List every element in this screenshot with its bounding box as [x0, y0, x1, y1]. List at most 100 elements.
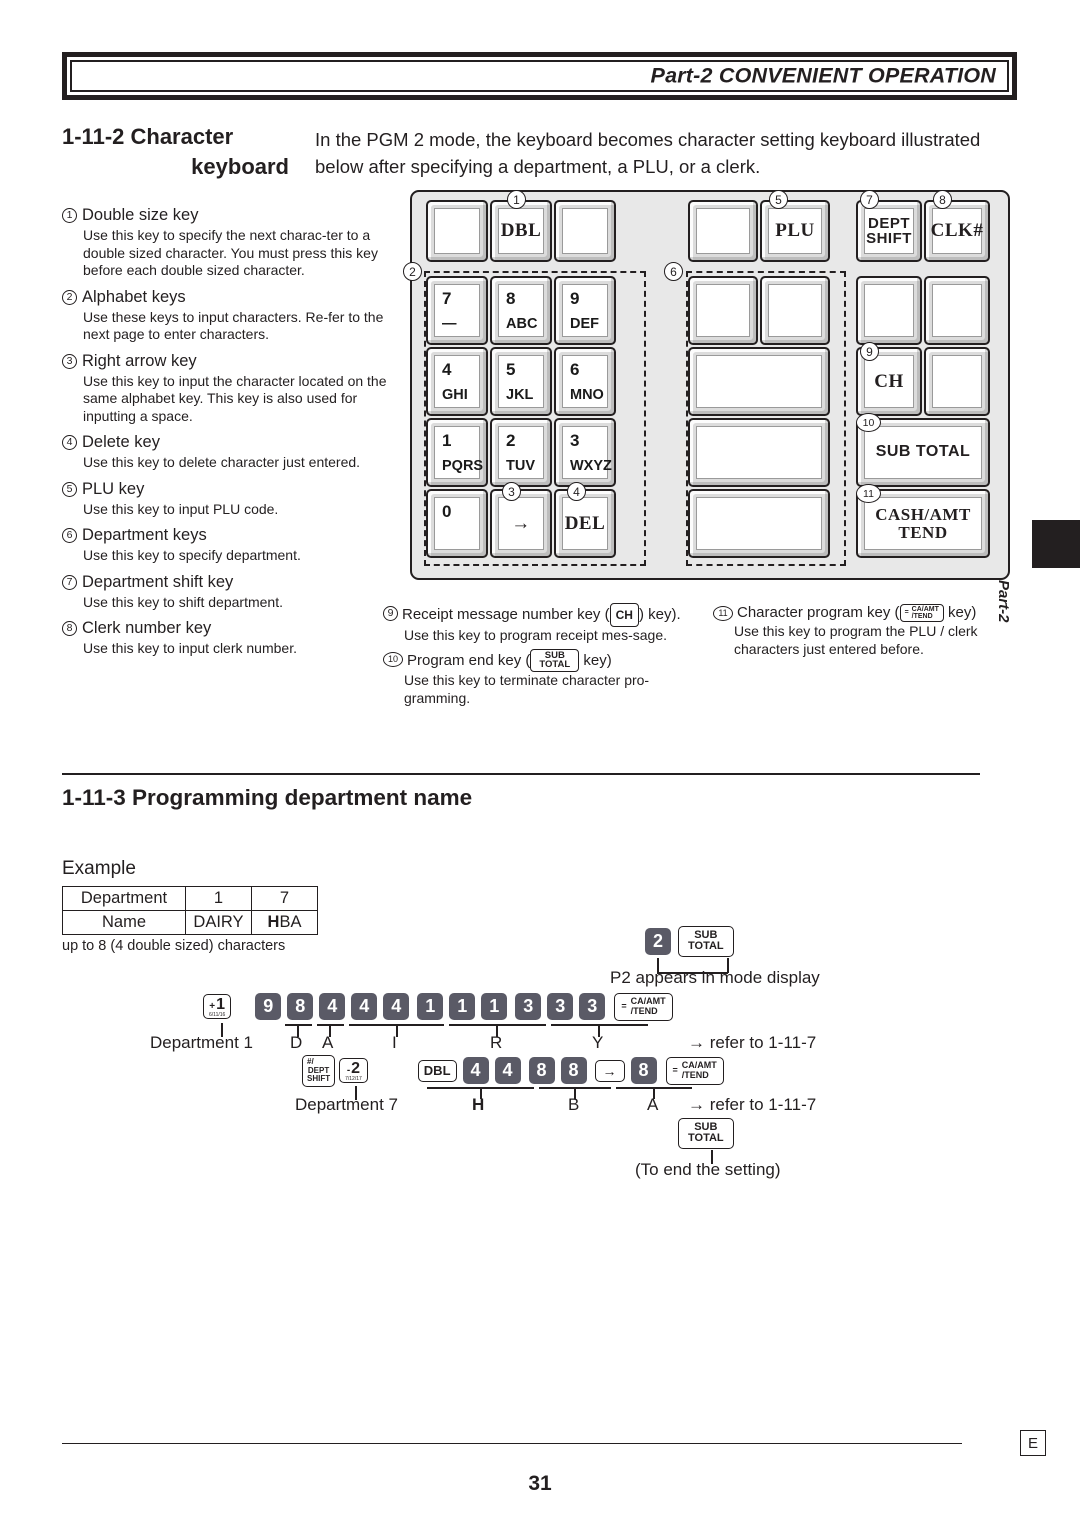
numeric-key[interactable]: 3: [579, 993, 606, 1021]
double-size-char: H: [267, 913, 280, 931]
clerk-number-key[interactable]: CLK#: [924, 200, 990, 262]
note-heading: 1 Double size key: [62, 205, 387, 226]
key-label-line2: TEND: [898, 522, 948, 542]
section3-title: 1-11-3 Programming department name: [62, 785, 473, 810]
key-face: CH: [864, 355, 914, 408]
numeric-key[interactable]: 3: [515, 993, 542, 1021]
cash-amt-tend-key[interactable]: = CA/AMT /TEND: [614, 993, 673, 1021]
alphabet-key-2[interactable]: 2 TUV: [490, 418, 552, 487]
double-size-key[interactable]: DBL: [490, 200, 552, 262]
key-number: 8: [506, 289, 516, 308]
note-title-prefix: Character program key (: [737, 604, 900, 621]
department-key[interactable]: [688, 347, 830, 416]
delete-key[interactable]: DEL: [554, 489, 616, 558]
equals-icon: =: [904, 609, 909, 617]
numeric-key[interactable]: 8: [630, 1057, 657, 1085]
alphabet-key-9[interactable]: 9 DEF: [554, 276, 616, 345]
department-1-key[interactable]: +1 6/11/16: [203, 994, 232, 1020]
blank-key[interactable]: [554, 200, 616, 262]
normal-chars: BA: [279, 913, 302, 931]
part-tab-label: Part-2: [995, 580, 1012, 623]
numeric-key-0[interactable]: 0: [426, 489, 488, 558]
blank-key[interactable]: [688, 200, 758, 262]
blank-key[interactable]: [924, 347, 990, 416]
callout-number-icon: 10: [383, 651, 403, 667]
key-face: 4 GHI: [434, 355, 480, 408]
alphabet-key-4[interactable]: 4 GHI: [426, 347, 488, 416]
callout-number-icon: 11: [713, 606, 733, 621]
numeric-key[interactable]: 4: [351, 993, 378, 1021]
blank-key[interactable]: [856, 276, 922, 345]
plus-sign: +: [209, 1001, 216, 1013]
note-body: Use this key to input clerk number.: [83, 640, 297, 656]
letter-D: D: [290, 1033, 303, 1052]
note-heading: 2 Alphabet keys: [62, 287, 387, 308]
department-key[interactable]: [688, 489, 830, 558]
footer-rule: [62, 1443, 962, 1444]
department-key[interactable]: [760, 276, 830, 345]
section-title: 1-11-2 Character keyboard: [62, 122, 307, 182]
numeric-key[interactable]: 9: [255, 993, 282, 1021]
note-title: Department keys: [82, 526, 207, 544]
numeric-key[interactable]: 3: [547, 993, 574, 1021]
alphabet-key-1[interactable]: 1 PQRS: [426, 418, 488, 487]
key-face: CLK#: [931, 208, 983, 254]
key-face: [864, 284, 914, 337]
key-face: DEPT SHIFT: [864, 208, 914, 254]
note-body: Use this key to input the character loca…: [83, 372, 387, 424]
note-item: 8 Clerk number key Use this key to input…: [62, 618, 387, 658]
section-intro: In the PGM 2 mode, the keyboard becomes …: [315, 129, 981, 177]
numeric-key[interactable]: 4: [494, 1057, 521, 1085]
alphabet-key-8[interactable]: 8 ABC: [490, 276, 552, 345]
right-arrow-key[interactable]: →: [594, 1059, 625, 1083]
alphabet-key-3[interactable]: 3 WXYZ: [554, 418, 616, 487]
numeric-key[interactable]: 1: [417, 993, 444, 1021]
edition-marker: E: [1020, 1430, 1046, 1456]
note-heading: 10 Program end key (SUB TOTAL key): [383, 648, 713, 673]
key-face: 8 ABC: [498, 284, 544, 337]
department-shift-key[interactable]: #/ DEPT SHIFT: [302, 1055, 336, 1087]
key-number: 6: [570, 360, 580, 379]
alphabet-key-6[interactable]: 6 MNO: [554, 347, 616, 416]
department-key[interactable]: [688, 276, 758, 345]
sequence-row-2: #/ DEPT SHIFT -2 7/12/17 DBL 4 4 8 8 → 8…: [302, 1055, 724, 1087]
department-shift-key[interactable]: DEPT SHIFT: [856, 200, 922, 262]
plu-key[interactable]: PLU: [760, 200, 830, 262]
note-body: Use this key to delete character just en…: [83, 454, 361, 470]
sub-total-key[interactable]: SUB TOTAL: [678, 1118, 734, 1149]
alphabet-key-5[interactable]: 5 JKL: [490, 347, 552, 416]
note-body: Use this key to terminate character pro-…: [404, 672, 650, 706]
numeric-key[interactable]: 4: [462, 1057, 489, 1085]
table-cell-name-label: Name: [62, 910, 186, 935]
sub-total-key[interactable]: SUB TOTAL: [678, 926, 734, 957]
note-heading: 8 Clerk number key: [62, 618, 387, 639]
numeric-key[interactable]: 1: [481, 993, 508, 1021]
numeric-key[interactable]: 1: [449, 993, 476, 1021]
department-7-caption: Department 7: [295, 1095, 398, 1114]
note-item: 4 Delete key Use this key to delete char…: [62, 432, 387, 472]
note-heading: 5 PLU key: [62, 479, 387, 500]
ch-key-icon: CH: [609, 603, 639, 627]
key-letters: DEF: [570, 316, 599, 333]
blank-key[interactable]: [924, 276, 990, 345]
numeric-key[interactable]: 8: [528, 1057, 555, 1085]
department-key[interactable]: [688, 418, 830, 487]
cash-amt-tend-key[interactable]: = CA/AMT /TEND: [665, 1057, 724, 1085]
numeric-key[interactable]: 8: [560, 1057, 587, 1085]
key-face: [696, 497, 822, 550]
numeric-key[interactable]: 8: [287, 993, 314, 1021]
numeric-key-2[interactable]: 2: [645, 927, 671, 955]
key-face: [696, 426, 822, 479]
note-item: 3 Right arrow key Use this key to input …: [62, 351, 387, 426]
key-face: 9 DEF: [562, 284, 608, 337]
right-arrow-key[interactable]: →: [490, 489, 552, 558]
double-size-key[interactable]: DBL: [417, 1060, 457, 1082]
numeric-key[interactable]: 4: [319, 993, 346, 1021]
alphabet-key-7[interactable]: 7—: [426, 276, 488, 345]
arrow-icon: →: [511, 512, 531, 534]
key-sub-label: 7/12/17: [345, 1076, 362, 1083]
blank-key[interactable]: [426, 200, 488, 262]
numeric-key[interactable]: 4: [383, 993, 410, 1021]
department-2-key[interactable]: -2 7/12/17: [339, 1058, 368, 1084]
note-heading: 3 Right arrow key: [62, 351, 387, 372]
